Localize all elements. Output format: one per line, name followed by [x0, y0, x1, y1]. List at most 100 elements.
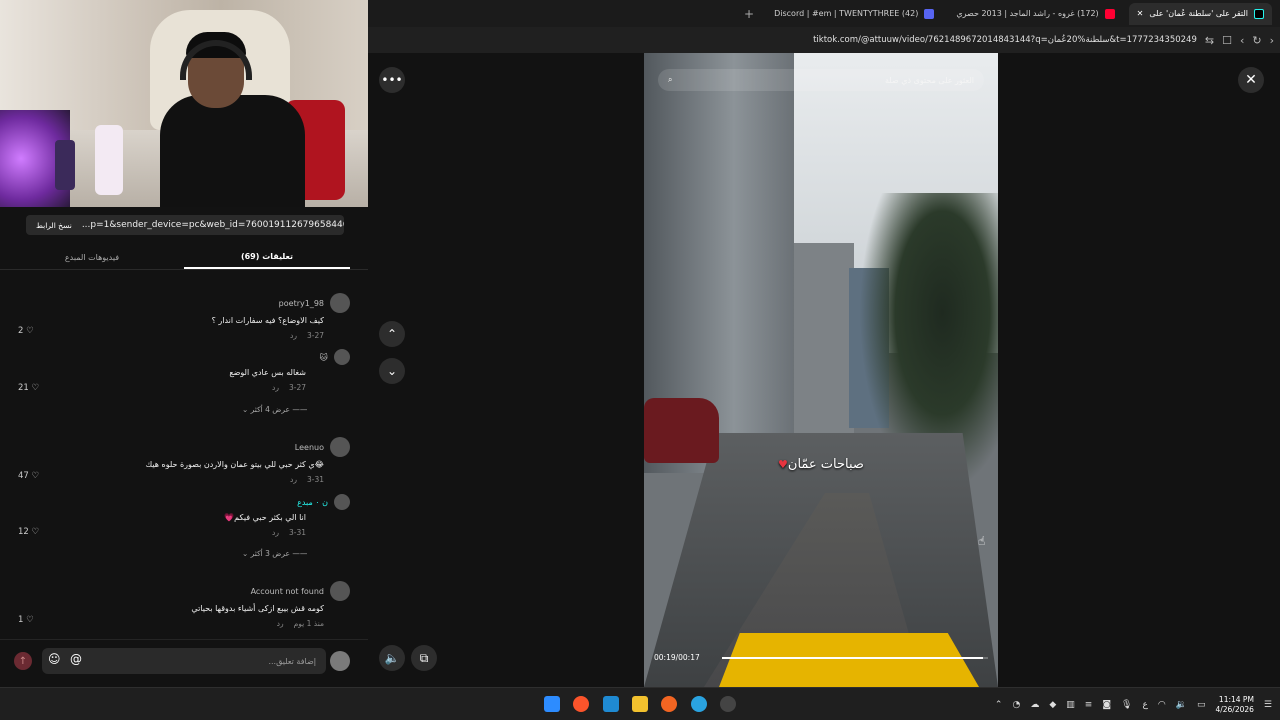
- like-count: 21: [18, 383, 29, 393]
- address-bar: tiktok.com/@attuuw/video/762148967201484…: [368, 27, 1280, 53]
- view-more-replies[interactable]: ⌄ عرض 3 أكثر ——: [242, 549, 307, 558]
- tab-label: (172) غروه - راشد الماجد | 2013 حصري: [956, 9, 1099, 18]
- windows-start-icon[interactable]: [544, 696, 560, 712]
- video-player[interactable]: العثور على محتوى ذي صلة ⌕ صباحات عمّان♥ …: [644, 53, 998, 687]
- reply-link[interactable]: رد: [290, 475, 297, 484]
- copy-link-button[interactable]: نسخ الرابط: [26, 221, 82, 230]
- comment-input[interactable]: إضافة تعليق...: [42, 648, 326, 674]
- like-button[interactable]: 2 ♡: [18, 326, 34, 336]
- avatar[interactable]: [330, 437, 350, 457]
- battery-icon[interactable]: ▭: [1197, 700, 1206, 710]
- tab-creator-videos[interactable]: فيديوهات المبدع: [0, 245, 184, 269]
- tray-icon[interactable]: ◆: [1049, 700, 1056, 710]
- reload-icon[interactable]: ↻: [1252, 34, 1261, 47]
- reply-link[interactable]: رد: [290, 331, 297, 340]
- tray-icon[interactable]: ☁: [1030, 700, 1039, 710]
- tray-icon[interactable]: ◔: [1012, 700, 1020, 710]
- reply-link[interactable]: رد: [277, 619, 284, 628]
- video-progress-bar[interactable]: [722, 657, 988, 659]
- system-tray: ⌃ ◔ ☁ ◆ ▥ ≡ ◙ 🎙 ع ◠ 🔉 ▭ 11:14 PM 4/26/20…: [995, 688, 1272, 720]
- avatar[interactable]: [334, 349, 350, 365]
- webcam-overlay: [0, 0, 368, 207]
- app-icon[interactable]: [661, 696, 677, 712]
- like-button[interactable]: 1 ♡: [18, 615, 34, 625]
- like-count: 47: [18, 471, 29, 481]
- like-count: 1: [18, 615, 24, 625]
- tab-label: التقر على 'سلطنة عُمان' على: [1149, 9, 1248, 18]
- car: [644, 398, 719, 463]
- view-more-replies[interactable]: ⌄ عرض 4 أكثر ——: [242, 405, 307, 414]
- youtube-icon: [1104, 8, 1115, 19]
- mouse-cursor-icon: ☝: [978, 534, 986, 548]
- caption-text: صباحات عمّان: [787, 457, 864, 472]
- tray-icon[interactable]: ≡: [1085, 700, 1093, 710]
- panel-tabs: فيديوهات المبدع (69) تعليقات: [0, 245, 368, 269]
- reply-link[interactable]: رد: [272, 528, 279, 537]
- vscode-icon[interactable]: [603, 696, 619, 712]
- telegram-icon[interactable]: [691, 696, 707, 712]
- url-field[interactable]: tiktok.com/@attuuw/video/762148967201484…: [813, 35, 1197, 45]
- clock[interactable]: 11:14 PM 4/26/2026: [1215, 695, 1253, 715]
- like-button[interactable]: 21 ♡: [18, 383, 39, 393]
- comment-username[interactable]: poetry1_98: [279, 299, 324, 308]
- share-link-text[interactable]: ...p=1&sender_device=pc&web_id=760019112…: [82, 220, 344, 230]
- comment-date: 3-31: [306, 475, 324, 484]
- avatar[interactable]: [330, 293, 350, 313]
- site-settings-icon[interactable]: ⇆: [1205, 34, 1214, 47]
- tiktok-icon: [1254, 8, 1264, 19]
- comment-reply-item: ن ٠ مبدع انا الي بكثر حبي فيكم💗 3-31 رد: [224, 494, 350, 537]
- forward-icon[interactable]: ›: [1270, 34, 1274, 47]
- language-indicator[interactable]: ع: [1142, 700, 1147, 710]
- taskbar: ⌃ ◔ ☁ ◆ ▥ ≡ ◙ 🎙 ع ◠ 🔉 ▭ 11:14 PM 4/26/20…: [0, 687, 1280, 720]
- comment-username[interactable]: Account not found: [251, 587, 324, 596]
- search-icon: ⌕: [668, 75, 673, 84]
- tray-icon[interactable]: ◙: [1102, 700, 1111, 710]
- new-tab-button[interactable]: +: [738, 7, 760, 21]
- emoji-icon[interactable]: ☺: [48, 652, 61, 666]
- notification-icon[interactable]: ☰: [1264, 700, 1272, 710]
- video-time: 00:19/00:17: [654, 653, 700, 662]
- related-search-bar[interactable]: العثور على محتوى ذي صلة ⌕: [658, 69, 984, 91]
- brave-browser-icon[interactable]: [573, 696, 589, 712]
- back-icon[interactable]: ‹: [1240, 34, 1244, 47]
- comment-composer: ↑ إضافة تعليق... ☺ @: [0, 639, 368, 687]
- microphone-icon[interactable]: 🎙: [1121, 700, 1132, 710]
- more-options-icon[interactable]: •••: [379, 67, 405, 93]
- comment-item: Leenuo 😂ي كثر حبي للي بيتو عمان والاردن …: [146, 437, 350, 484]
- comment-date: 3-27: [306, 331, 324, 340]
- volume-icon[interactable]: 🔉: [1176, 700, 1187, 710]
- like-button[interactable]: 47 ♡: [18, 471, 39, 481]
- view-more-label: عرض 4 أكثر: [250, 405, 290, 414]
- comment-text: انا الي بكثر حبي فيكم💗: [224, 513, 306, 522]
- volume-icon[interactable]: 🔈: [379, 645, 405, 671]
- tab-comments[interactable]: (69) تعليقات: [184, 245, 350, 269]
- tab-tiktok[interactable]: التقر على 'سلطنة عُمان' على ✕: [1128, 2, 1272, 25]
- picture-in-picture-icon[interactable]: ⧉: [411, 645, 437, 671]
- reply-link[interactable]: رد: [272, 383, 279, 392]
- browser-tabbar: + (42) Discord | #em | TWENTYTHREE (172)…: [368, 0, 1280, 27]
- bookmark-icon[interactable]: ☐: [1222, 34, 1232, 47]
- comment-text: شغاله بس عادي الوضع: [229, 368, 306, 377]
- comment-username[interactable]: ن ٠ مبدع: [297, 498, 328, 507]
- tab-discord[interactable]: (42) Discord | #em | TWENTYTHREE: [766, 3, 942, 25]
- related-search-text: العثور على محتوى ذي صلة: [884, 75, 974, 85]
- tab-youtube[interactable]: (172) غروه - راشد الماجد | 2013 حصري: [948, 3, 1122, 25]
- like-button[interactable]: 12 ♡: [18, 527, 39, 537]
- close-icon[interactable]: ✕: [1238, 67, 1264, 93]
- wifi-icon[interactable]: ◠: [1158, 700, 1166, 710]
- chevron-up-icon[interactable]: ⌃: [995, 700, 1003, 710]
- mention-icon[interactable]: @: [70, 652, 82, 666]
- avatar[interactable]: [330, 581, 350, 601]
- comment-username[interactable]: 🐱: [320, 353, 328, 362]
- previous-video-icon[interactable]: ⌃: [379, 321, 405, 347]
- file-explorer-icon[interactable]: [632, 696, 648, 712]
- progress-fill: [722, 657, 983, 659]
- next-video-icon[interactable]: ⌄: [379, 358, 405, 384]
- comment-item: Account not found كومه قش بيبع ازكى أشيا…: [191, 581, 350, 628]
- avatar[interactable]: [334, 494, 350, 510]
- comment-username[interactable]: Leenuo: [295, 443, 324, 452]
- app-icon[interactable]: [720, 696, 736, 712]
- close-tab-icon[interactable]: ✕: [1137, 9, 1144, 18]
- tray-icon[interactable]: ▥: [1066, 700, 1075, 710]
- send-button[interactable]: ↑: [14, 652, 32, 670]
